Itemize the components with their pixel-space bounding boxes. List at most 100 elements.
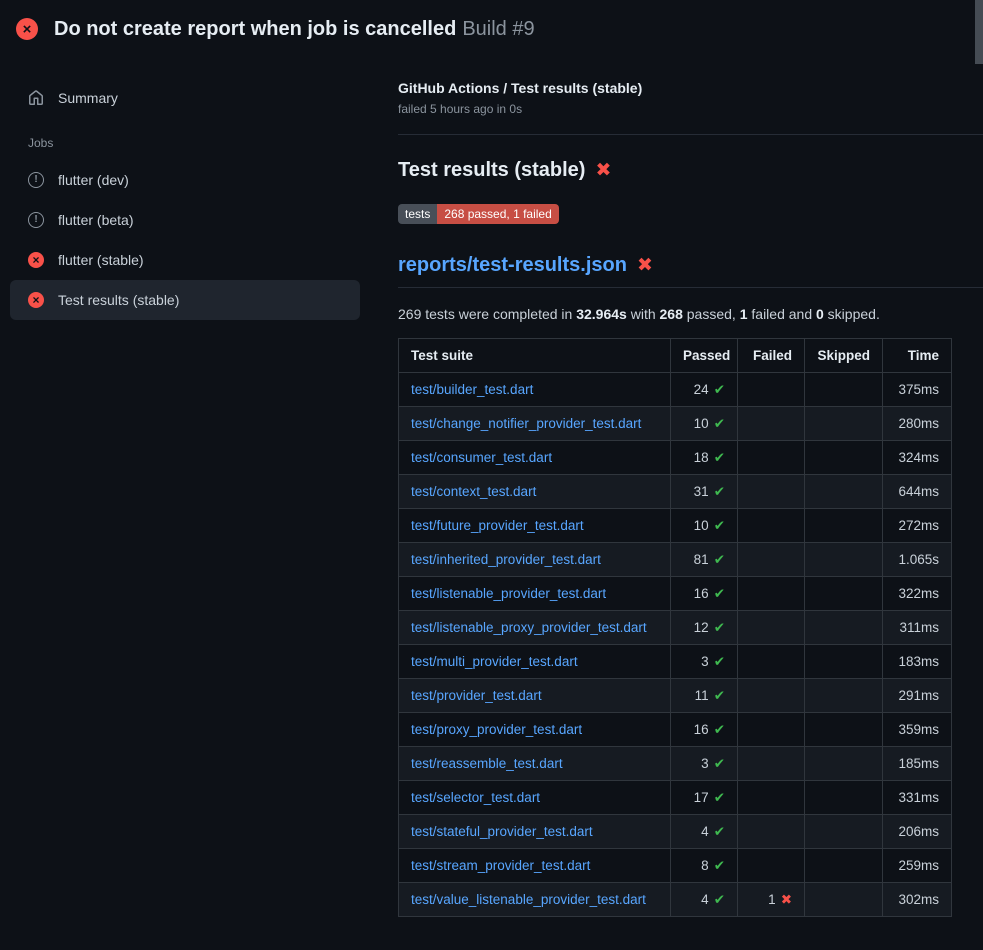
failed-cell [738,509,805,543]
column-header-failed: Failed [738,339,805,373]
summary-text: 269 tests were completed in [398,306,576,322]
table-row: test/listenable_provider_test.dart16✔322… [399,577,952,611]
suite-cell: test/inherited_provider_test.dart [399,543,671,577]
skipped-cell [805,781,883,815]
skipped-cell [805,441,883,475]
check-icon: ✔ [714,382,725,397]
count-value: 4 [701,824,709,839]
suite-link[interactable]: test/listenable_provider_test.dart [411,586,606,601]
sidebar-item-summary[interactable]: Summary [10,78,360,118]
count-value: 31 [694,484,709,499]
suite-link[interactable]: test/selector_test.dart [411,790,540,805]
passed-cell: 8✔ [671,849,738,883]
suite-link[interactable]: test/multi_provider_test.dart [411,654,578,669]
suite-link[interactable]: test/future_provider_test.dart [411,518,584,533]
passed-cell: 16 ✔ [671,713,738,747]
run-header: × Do not create report when job is cance… [0,0,983,58]
suite-cell: test/provider_test.dart [399,679,671,713]
failed-cell [738,849,805,883]
passed-cell: 11✔ [671,679,738,713]
suite-link[interactable]: test/stateful_provider_test.dart [411,824,593,839]
page-layout: Summary Jobs ! flutter (dev) ! flutter (… [0,58,983,917]
skipped-cell [805,611,883,645]
check-icon: ✔ [714,450,725,465]
failed-cell [738,713,805,747]
table-row: test/listenable_proxy_provider_test.dart… [399,611,952,645]
time-cell: 375ms [883,373,952,407]
build-number: Build #9 [462,18,534,40]
suite-link[interactable]: test/provider_test.dart [411,688,542,703]
job-label: flutter (dev) [58,172,129,188]
suite-link[interactable]: test/inherited_provider_test.dart [411,552,601,567]
suite-cell: test/listenable_provider_test.dart [399,577,671,611]
failed-cell [738,747,805,781]
summary-text: failed and [748,306,817,322]
x-circle-icon: × [28,292,44,308]
sidebar-job-item[interactable]: ! flutter (beta) [10,200,360,240]
sidebar-job-item[interactable]: ! flutter (dev) [10,160,360,200]
table-row: test/stateful_provider_test.dart 4✔ 206ms [399,815,952,849]
table-row: test/consumer_test.dart 18✔ 324ms [399,441,952,475]
suite-cell: test/reassemble_test.dart [399,747,671,781]
failed-cell [738,611,805,645]
check-icon: ✔ [714,620,725,635]
suite-link[interactable]: test/builder_test.dart [411,382,533,397]
suite-cell: test/consumer_test.dart [399,441,671,475]
failed-cell [738,373,805,407]
scrollbar-thumb[interactable] [975,0,983,64]
suite-link[interactable]: test/context_test.dart [411,484,536,499]
skipped-cell [805,679,883,713]
x-circle-icon: × [16,18,38,40]
passed-cell: 10✔ [671,509,738,543]
passed-cell: 17✔ [671,781,738,815]
suite-link[interactable]: test/change_notifier_provider_test.dart [411,416,641,431]
suite-cell: test/context_test.dart [399,475,671,509]
time-cell: 311ms [883,611,952,645]
skipped-cell [805,883,883,917]
check-icon: ✔ [714,484,725,499]
sidebar-jobs: ! flutter (dev) ! flutter (beta) × flutt… [10,160,360,320]
summary-stat: 1 [740,306,748,322]
suite-cell: test/selector_test.dart [399,781,671,815]
badge-label: tests [398,204,437,224]
table-row: test/builder_test.dart24✔375ms [399,373,952,407]
skipped-cell [805,373,883,407]
time-cell: 324ms [883,441,952,475]
passed-cell: 18✔ [671,441,738,475]
suite-link[interactable]: test/consumer_test.dart [411,450,552,465]
suite-link[interactable]: test/proxy_provider_test.dart [411,722,582,737]
passed-cell: 4✔ [671,815,738,849]
suite-link[interactable]: test/reassemble_test.dart [411,756,563,771]
check-icon: ✔ [714,552,725,567]
time-cell: 280ms [883,407,952,441]
count-value: 4 [701,892,709,907]
suite-cell: test/listenable_proxy_provider_test.dart [399,611,671,645]
sidebar-job-item[interactable]: × flutter (stable) [10,240,360,280]
count-value: 16 [694,586,709,601]
check-icon: ✔ [714,756,725,771]
passed-cell: 31 ✔ [671,475,738,509]
table-row: test/change_notifier_provider_test.dart1… [399,407,952,441]
suite-link[interactable]: test/listenable_proxy_provider_test.dart [411,620,647,635]
main-content: GitHub Actions / Test results (stable) f… [370,58,983,917]
suite-link[interactable]: test/value_listenable_provider_test.dart [411,892,646,907]
summary-line: 269 tests were completed in 32.964s with… [398,306,983,322]
skipped-cell [805,815,883,849]
check-icon: ✔ [714,722,725,737]
suite-link[interactable]: test/stream_provider_test.dart [411,858,590,873]
scrollbar[interactable] [975,0,983,950]
time-cell: 206ms [883,815,952,849]
skipped-cell [805,543,883,577]
skipped-cell [805,509,883,543]
table-row: test/provider_test.dart 11✔ 291ms [399,679,952,713]
passed-cell: 12✔ [671,611,738,645]
report-link[interactable]: reports/test-results.json [398,254,627,277]
count-value: 17 [694,790,709,805]
time-cell: 272ms [883,509,952,543]
x-circle-icon: × [28,252,44,268]
count-value: 16 [694,722,709,737]
run-title-text: Do not create report when job is cancell… [54,18,456,40]
time-cell: 291ms [883,679,952,713]
sidebar-job-item[interactable]: × Test results (stable) [10,280,360,320]
table-row: test/selector_test.dart17✔331ms [399,781,952,815]
